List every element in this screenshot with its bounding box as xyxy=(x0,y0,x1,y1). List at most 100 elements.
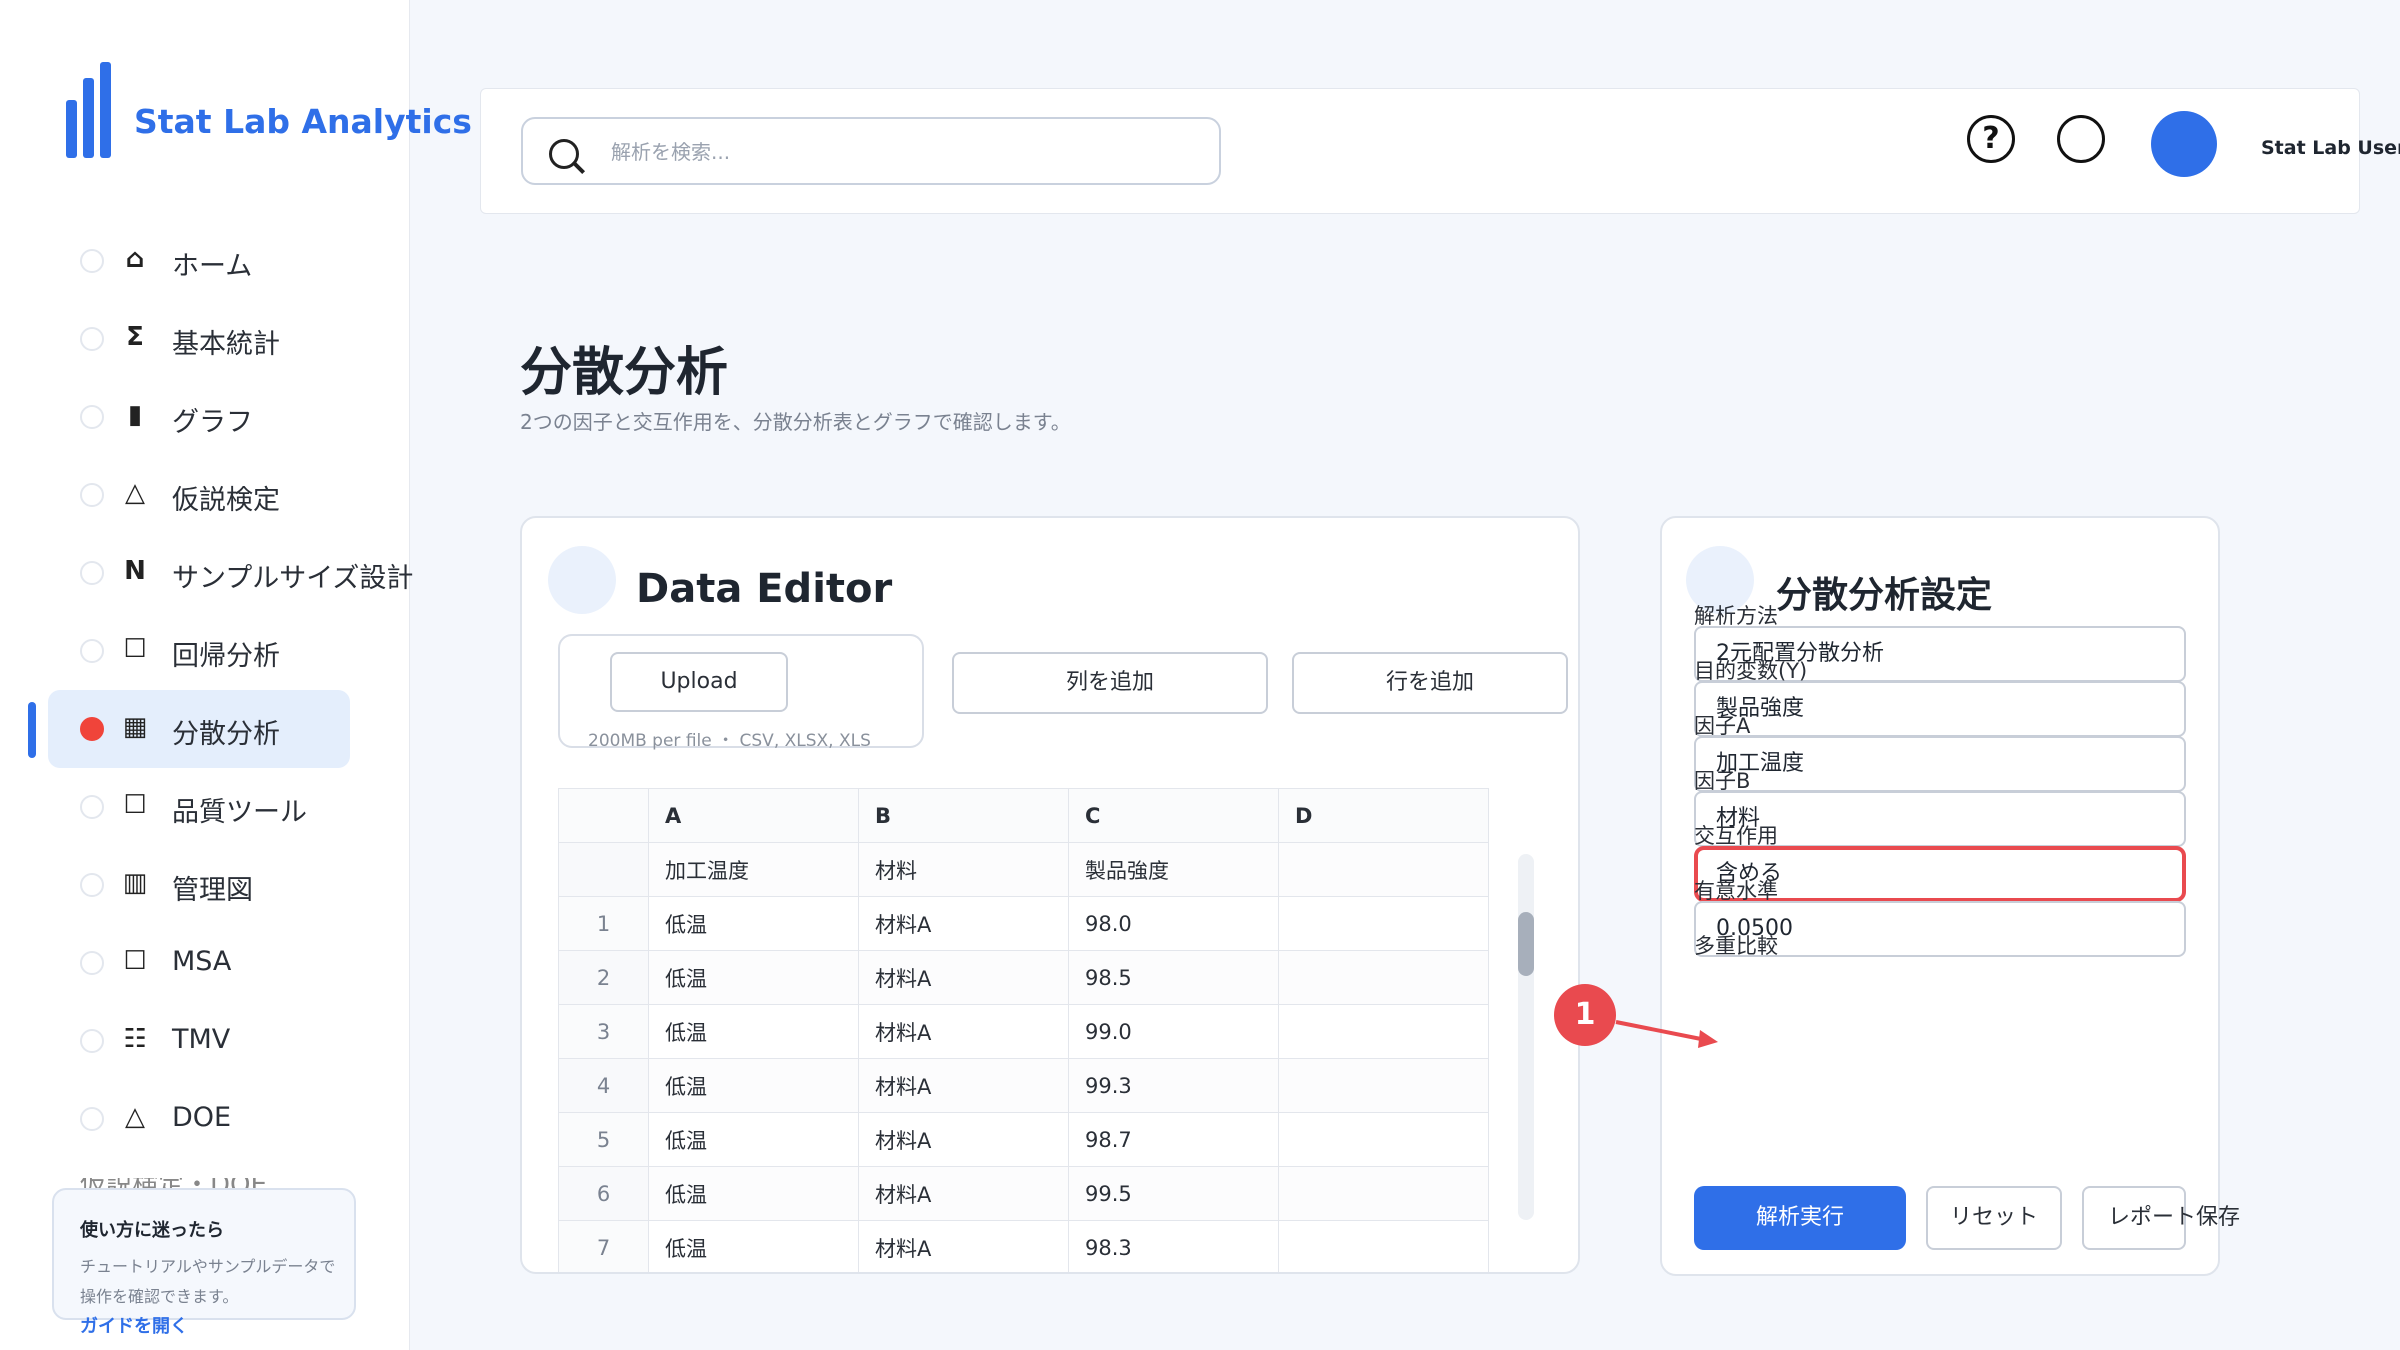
sidebar-item-label: MSA xyxy=(172,946,232,977)
save-report-button[interactable]: レポート保存 xyxy=(2082,1186,2240,1250)
table-cell[interactable]: 低温 xyxy=(648,896,859,951)
sigma-icon: Σ xyxy=(126,322,144,352)
table-cell[interactable]: 99.3 xyxy=(1068,1058,1279,1113)
table-cell[interactable] xyxy=(1278,1112,1489,1167)
sidebar-item[interactable]: ☐ MSA xyxy=(48,924,350,1002)
table-cell[interactable]: 材料A xyxy=(858,896,1069,951)
sidebar-item[interactable]: △ 仮説検定 xyxy=(48,456,350,534)
square-icon: ☐ xyxy=(123,946,147,976)
table-cell[interactable]: 99.5 xyxy=(1068,1166,1279,1221)
sidebar-item-label: 管理図 xyxy=(172,875,253,906)
table-cell[interactable]: 材料 xyxy=(858,842,1069,897)
status-dot xyxy=(80,1029,104,1053)
table-cell[interactable]: 材料A xyxy=(858,1004,1069,1059)
status-dot xyxy=(80,717,104,741)
run-analysis-button[interactable]: 解析実行 xyxy=(1694,1186,1906,1250)
search-icon xyxy=(549,139,583,173)
grid-icon: ▦ xyxy=(122,712,148,742)
status-dot xyxy=(80,405,104,429)
help-card-body: チュートリアルやサンプルデータで操作を確認できます。 xyxy=(80,1257,336,1306)
table-cell[interactable]: 低温 xyxy=(648,950,859,1005)
table-cell[interactable]: 製品強度 xyxy=(1068,842,1279,897)
table-cell[interactable]: 材料A xyxy=(858,1058,1069,1113)
table-cell[interactable]: 材料A xyxy=(858,1112,1069,1167)
sidebar-item[interactable]: N サンプルサイズ設計 xyxy=(48,534,413,612)
sidebar-item[interactable]: ▥ 管理図 xyxy=(48,846,350,924)
row-index: 7 xyxy=(558,1220,649,1272)
table-cell[interactable]: 98.5 xyxy=(1068,950,1279,1005)
status-dot xyxy=(80,249,104,273)
table-cell[interactable] xyxy=(1278,842,1489,897)
table-cell[interactable] xyxy=(1278,1004,1489,1059)
n-icon: N xyxy=(124,556,146,586)
table-row: 1 低温 材料A 98.0 xyxy=(558,896,1489,951)
annotation-marker: 1 xyxy=(1554,984,1616,1046)
setting-select[interactable]: 加工温度 xyxy=(1694,736,2186,792)
column-header[interactable]: D xyxy=(1278,788,1489,843)
status-dot xyxy=(80,327,104,351)
column-header[interactable]: C xyxy=(1068,788,1279,843)
sidebar-item-label: 回帰分析 xyxy=(172,641,280,672)
table-cell[interactable] xyxy=(1278,896,1489,951)
table-cell[interactable] xyxy=(1278,950,1489,1005)
table-cell[interactable]: 材料A xyxy=(858,950,1069,1005)
scrollbar-thumb[interactable] xyxy=(1518,912,1534,976)
table-cell[interactable]: 低温 xyxy=(648,1004,859,1059)
table-row: 4 低温 材料A 99.3 xyxy=(558,1058,1489,1113)
table-cell[interactable]: 98.3 xyxy=(1068,1220,1279,1272)
table-cell[interactable] xyxy=(1278,1058,1489,1113)
table-row: 7 低温 材料A 98.3 xyxy=(558,1220,1489,1272)
sidebar-item[interactable]: ⌂ ホーム xyxy=(48,222,350,300)
sidebar-item[interactable]: ▦ 分散分析 xyxy=(48,690,350,768)
column-header[interactable]: B xyxy=(858,788,1069,843)
open-guide-link[interactable]: ガイドを開く xyxy=(80,1312,188,1338)
table-cell[interactable]: 材料A xyxy=(858,1166,1069,1221)
table-row: 6 低温 材料A 99.5 xyxy=(558,1166,1489,1221)
table-cell[interactable]: 加工温度 xyxy=(648,842,859,897)
add-row-button[interactable]: 行を追加 xyxy=(1292,652,1568,714)
square-icon: ☐ xyxy=(123,790,147,820)
table-cell[interactable]: 98.0 xyxy=(1068,896,1279,951)
column-header[interactable]: A xyxy=(648,788,859,843)
column-header-row: A B C D xyxy=(558,788,1489,843)
sidebar-item-label: ホーム xyxy=(172,251,253,282)
sidebar-item-label: 品質ツール xyxy=(172,797,307,828)
upload-dropzone[interactable]: Upload 200MB per file ・ CSV, XLSX, XLS xyxy=(558,634,924,751)
table-cell[interactable]: 低温 xyxy=(648,1220,859,1272)
table-cell[interactable]: 低温 xyxy=(648,1166,859,1221)
table-cell[interactable]: 98.7 xyxy=(1068,1112,1279,1167)
annotation-arrow xyxy=(1615,1020,1718,1048)
bar-icon: ▮ xyxy=(127,400,143,430)
setting-select[interactable]: 製品強度 xyxy=(1694,681,2186,737)
avatar[interactable] xyxy=(2151,111,2217,177)
add-column-button[interactable]: 列を追加 xyxy=(952,652,1268,714)
variable-name-row: 加工温度 材料 製品強度 xyxy=(558,842,1489,897)
user-name[interactable]: Stat Lab User xyxy=(2261,137,2400,159)
table-cell[interactable]: 99.0 xyxy=(1068,1004,1279,1059)
sidebar-item[interactable]: △ DOE xyxy=(48,1080,350,1158)
sidebar-item[interactable]: ☷ TMV xyxy=(48,1002,350,1080)
reset-button[interactable]: リセット xyxy=(1926,1186,2062,1250)
chart-icon: ▥ xyxy=(122,868,148,898)
data-grid: A B C D 加工温度 材料 製品強度 1 低温 材料A 98.0 2 低温 材料A 98.… xyxy=(558,788,1489,1272)
table-cell[interactable] xyxy=(1278,1166,1489,1221)
table-cell[interactable]: 低温 xyxy=(648,1058,859,1113)
notification-icon[interactable] xyxy=(2057,115,2105,163)
table-cell[interactable]: 低温 xyxy=(648,1112,859,1167)
sidebar-item[interactable]: ▮ グラフ xyxy=(48,378,350,456)
row-index: 4 xyxy=(558,1058,649,1113)
table-cell[interactable] xyxy=(1278,1220,1489,1272)
sidebar-item[interactable]: ☐ 品質ツール xyxy=(48,768,350,846)
sidebar-item[interactable]: Σ 基本統計 xyxy=(48,300,350,378)
sidebar-item[interactable]: ☐ 回帰分析 xyxy=(48,612,350,690)
table-cell[interactable]: 材料A xyxy=(858,1220,1069,1272)
status-dot xyxy=(80,1107,104,1131)
table-row: 3 低温 材料A 99.0 xyxy=(558,1004,1489,1059)
app-name: Stat Lab Analytics xyxy=(134,102,472,141)
help-icon[interactable]: ? xyxy=(1967,115,2015,163)
upload-button[interactable]: Upload xyxy=(610,652,788,712)
status-dot xyxy=(80,561,104,585)
search-input[interactable] xyxy=(611,133,1191,171)
search-box[interactable] xyxy=(521,117,1221,185)
scrollbar[interactable] xyxy=(1518,854,1534,1220)
